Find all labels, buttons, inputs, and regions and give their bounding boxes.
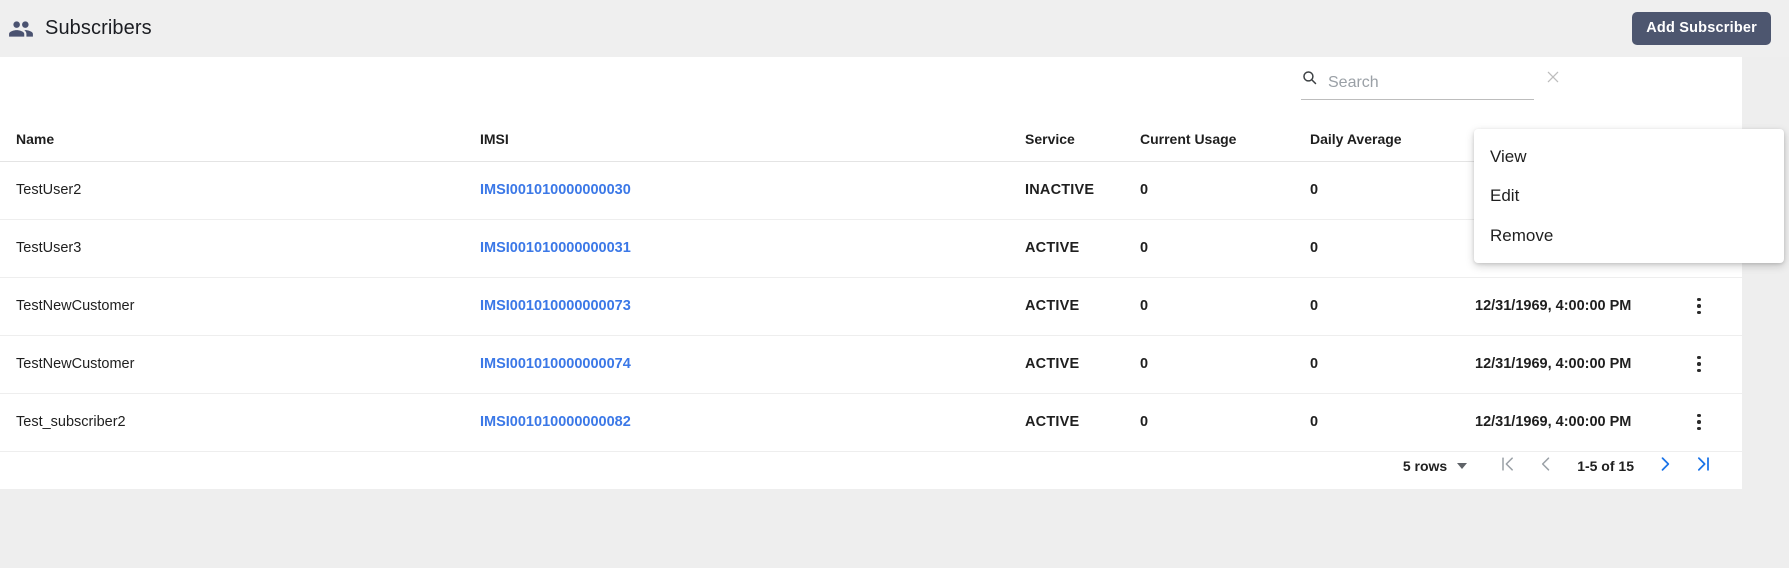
rows-per-page-label: 5 rows [1403, 458, 1447, 474]
next-page-button[interactable] [1646, 447, 1684, 485]
cell-current-usage: 0 [1140, 162, 1310, 220]
cell-daily-average: 0 [1310, 162, 1475, 220]
table-row[interactable]: TestNewCustomer IMSI001010000000073 ACTI… [0, 278, 1742, 336]
imsi-link[interactable]: IMSI001010000000074 [480, 356, 631, 372]
subscribers-page: Subscribers Add Subscriber [0, 0, 1789, 568]
imsi-link[interactable]: IMSI001010000000030 [480, 182, 631, 198]
previous-page-button[interactable] [1527, 447, 1565, 485]
column-header-service[interactable]: Service [1025, 119, 1140, 162]
first-page-button[interactable] [1489, 447, 1527, 485]
cell-imsi: IMSI001010000000030 [480, 162, 1025, 220]
cell-actions [1670, 278, 1742, 336]
cell-current-usage: 0 [1140, 278, 1310, 336]
pagination-range-label: 1-5 of 15 [1565, 458, 1646, 474]
column-header-daily-average[interactable]: Daily Average [1310, 119, 1475, 162]
cell-daily-average: 0 [1310, 220, 1475, 278]
cell-service: ACTIVE [1025, 220, 1140, 278]
imsi-link[interactable]: IMSI001010000000073 [480, 298, 631, 314]
menu-item-remove[interactable]: Remove [1474, 216, 1784, 255]
cell-service: ACTIVE [1025, 336, 1140, 394]
imsi-link[interactable]: IMSI001010000000031 [480, 240, 631, 256]
page-title: Subscribers [45, 17, 152, 40]
chevron-left-icon [1536, 454, 1556, 477]
menu-item-view[interactable]: View [1474, 137, 1784, 176]
cell-imsi: IMSI001010000000074 [480, 336, 1025, 394]
column-header-imsi[interactable]: IMSI [480, 119, 1025, 162]
last-page-icon [1693, 454, 1713, 477]
row-actions-menu-icon[interactable] [1688, 411, 1710, 433]
pagination-bar: 5 rows 1-5 of 15 [0, 442, 1742, 489]
row-actions-menu-icon[interactable] [1688, 353, 1710, 375]
card-right-gutter [1742, 57, 1789, 489]
search-input[interactable] [1328, 74, 1535, 92]
page-header: Subscribers Add Subscriber [0, 0, 1789, 57]
rows-per-page-select[interactable]: 5 rows [1403, 458, 1467, 474]
search-box[interactable] [1301, 69, 1534, 100]
cell-name: TestUser3 [0, 220, 480, 278]
cell-name: TestNewCustomer [0, 336, 480, 394]
table-row[interactable]: TestNewCustomer IMSI001010000000074 ACTI… [0, 336, 1742, 394]
chevron-right-icon [1655, 454, 1675, 477]
chevron-down-icon [1457, 463, 1467, 469]
subscribers-card: Name IMSI Service Current Usage Daily Av… [0, 57, 1742, 489]
cell-current-usage: 0 [1140, 336, 1310, 394]
row-actions-menu-icon[interactable] [1688, 295, 1710, 317]
search-icon [1301, 69, 1318, 92]
cell-last-reported-time: 12/31/1969, 4:00:00 PM [1475, 336, 1670, 394]
cell-current-usage: 0 [1140, 220, 1310, 278]
cell-name: TestNewCustomer [0, 278, 480, 336]
imsi-link[interactable]: IMSI001010000000082 [480, 414, 631, 430]
last-page-button[interactable] [1684, 447, 1722, 485]
cell-actions [1670, 336, 1742, 394]
first-page-icon [1498, 454, 1518, 477]
cell-imsi: IMSI001010000000073 [480, 278, 1025, 336]
add-subscriber-button[interactable]: Add Subscriber [1632, 12, 1771, 46]
cell-service: INACTIVE [1025, 162, 1140, 220]
column-header-name[interactable]: Name [0, 119, 480, 162]
page-header-title-group: Subscribers [0, 16, 152, 42]
cell-name: TestUser2 [0, 162, 480, 220]
cell-daily-average: 0 [1310, 278, 1475, 336]
row-actions-dropdown-menu: View Edit Remove [1474, 129, 1784, 263]
cell-service: ACTIVE [1025, 278, 1140, 336]
menu-item-edit[interactable]: Edit [1474, 176, 1784, 215]
cell-imsi: IMSI001010000000031 [480, 220, 1025, 278]
people-icon [8, 16, 34, 42]
page-header-actions: Add Subscriber [1632, 12, 1789, 46]
cell-last-reported-time: 12/31/1969, 4:00:00 PM [1475, 278, 1670, 336]
close-icon[interactable] [1545, 69, 1561, 92]
column-header-current-usage[interactable]: Current Usage [1140, 119, 1310, 162]
cell-daily-average: 0 [1310, 336, 1475, 394]
